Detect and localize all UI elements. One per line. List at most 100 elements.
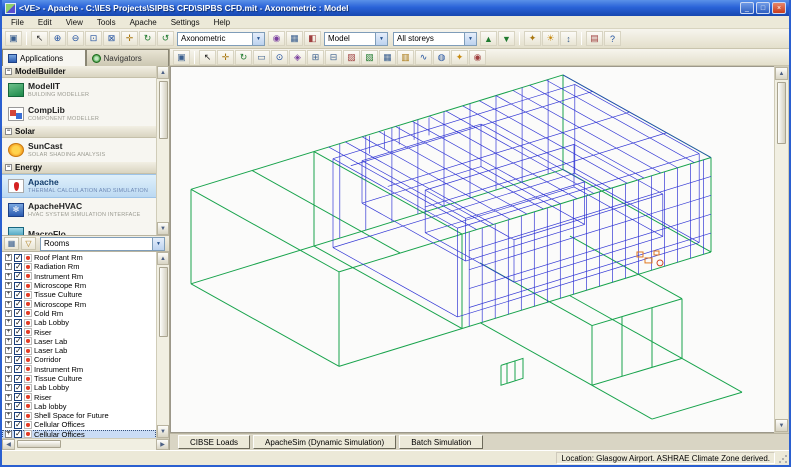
cibse-loads-button[interactable]: CIBSE Loads [178,435,250,449]
orbit-icon[interactable]: ↻ [235,50,252,65]
room-checkbox[interactable] [14,430,22,438]
menu-settings[interactable]: Settings [164,18,207,27]
zoom-window-icon[interactable]: ⊡ [85,31,102,46]
section-slider-icon[interactable]: ↕ [560,31,577,46]
room-checkbox[interactable] [14,421,22,429]
scroll-up-icon[interactable]: ▲ [157,252,169,265]
expand-icon[interactable]: + [5,329,12,336]
room-checkbox[interactable] [14,402,22,410]
tree-row[interactable]: +Microscope Rm [2,299,156,308]
scroll-down-icon[interactable]: ▼ [157,425,169,438]
viewport-vscrollbar[interactable]: ▲ ▼ [774,66,789,433]
chevron-down-icon[interactable]: ▼ [152,238,164,250]
scrollbar-thumb[interactable] [17,440,61,448]
room-checkbox[interactable] [14,365,22,373]
resize-grip[interactable] [778,454,788,464]
scroll-left-icon[interactable]: ◀ [2,439,15,450]
expand-icon[interactable]: + [5,254,12,261]
scroll-down-icon[interactable]: ▼ [775,419,788,432]
tree-row[interactable]: +Cellular Offices [2,420,156,429]
app-item-complib[interactable]: CompLibCOMPONENT MODELLER [2,102,156,126]
expand-icon[interactable]: + [5,347,12,354]
room-checkbox[interactable] [14,393,22,401]
tree-row[interactable]: +Shell Space for Future [2,411,156,420]
scroll-right-icon[interactable]: ▶ [156,439,169,450]
room-checkbox[interactable] [14,300,22,308]
zoom-extents-icon[interactable]: ⊠ [103,31,120,46]
menu-apache[interactable]: Apache [123,18,164,27]
menu-file[interactable]: File [4,18,31,27]
app-item-apachehvac[interactable]: ApacheHVACHVAC SYSTEM SIMULATION INTERFA… [2,198,156,222]
pan-tool-icon[interactable]: ✛ [217,50,234,65]
globe-icon[interactable]: ◍ [433,50,450,65]
grid-icon[interactable]: ▦ [379,50,396,65]
key-icon[interactable]: ✦ [524,31,541,46]
menu-tools[interactable]: Tools [90,18,123,27]
zoom-in-icon[interactable]: ⊕ [49,31,66,46]
room-checkbox[interactable] [14,328,22,336]
walkthrough-icon[interactable]: ◉ [268,31,285,46]
expand-icon[interactable]: + [5,431,12,438]
tree-row[interactable]: +Laser Lab [2,346,156,355]
select-icon[interactable]: ↖ [31,31,48,46]
rooms-tree-scrollbar[interactable]: ▲ ▼ [156,252,169,438]
scrollbar-track[interactable] [157,265,169,425]
tree-row[interactable]: +Lab Lobby [2,318,156,327]
storey-up-icon[interactable]: ▲ [480,31,497,46]
scrollbar-track[interactable] [15,439,156,450]
tree-row[interactable]: +Riser [2,392,156,401]
info-icon[interactable]: ◉ [469,50,486,65]
group-icon[interactable]: ⊞ [307,50,324,65]
ungroup-icon[interactable]: ⊟ [325,50,342,65]
expand-icon[interactable]: + [5,356,12,363]
collapse-icon[interactable]: − [5,164,12,171]
storeys-combo[interactable]: All storeys▼ [393,32,477,46]
room-checkbox[interactable] [14,337,22,345]
expand-icon[interactable]: + [5,412,12,419]
scroll-down-icon[interactable]: ▼ [157,222,169,235]
tree-row[interactable]: +Lab lobby [2,402,156,411]
expand-icon[interactable]: + [5,310,12,317]
scroll-up-icon[interactable]: ▲ [775,67,788,80]
expand-icon[interactable]: + [5,366,12,373]
rooms-tree-hscrollbar[interactable]: ◀ ▶ [2,438,169,450]
chevron-down-icon[interactable]: ▼ [252,33,264,45]
tree-row[interactable]: +Cold Rm [2,309,156,318]
app-item-macroflo[interactable]: MacroFlo [2,222,156,236]
report-icon[interactable]: ▤ [586,31,603,46]
tree-row[interactable]: +Instrument Rm [2,272,156,281]
room-query-icon[interactable]: ⊙ [271,50,288,65]
section-header-solar[interactable]: −Solar [2,126,156,138]
scrollbar-track[interactable] [775,80,788,419]
pointer-icon[interactable]: ↖ [199,50,216,65]
collapse-icon[interactable]: − [5,128,12,135]
rooms-combo[interactable]: Rooms ▼ [40,237,165,251]
tree-row[interactable]: +Radiation Rm [2,262,156,271]
tag-icon[interactable]: ◈ [289,50,306,65]
batch-simulation-button[interactable]: Batch Simulation [399,435,483,449]
expand-icon[interactable]: + [5,338,12,345]
measure-icon[interactable]: ▭ [253,50,270,65]
collapse-icon[interactable]: − [5,68,12,75]
save-icon[interactable]: ▣ [173,50,190,65]
view-mode-combo[interactable]: Axonometric▼ [177,32,265,46]
help-icon[interactable]: ? [604,31,621,46]
rooms-view-icon[interactable]: ▦ [4,237,19,250]
model-combo[interactable]: Model▼ [324,32,388,46]
scrollbar-thumb[interactable] [159,267,168,337]
template-icon[interactable]: ▥ [397,50,414,65]
tab-navigators[interactable]: Navigators [86,49,170,66]
model-canvas[interactable] [170,66,774,433]
room-checkbox[interactable] [14,263,22,271]
room-checkbox[interactable] [14,412,22,420]
close-button[interactable]: × [772,2,786,14]
titlebar[interactable]: <VE> - Apache - C:\IES Projects\SIPBS CF… [2,0,789,16]
tree-row[interactable]: +Tissue Culture [2,374,156,383]
scroll-up-icon[interactable]: ▲ [157,66,169,79]
section-header-energy[interactable]: −Energy [2,162,156,174]
room-checkbox[interactable] [14,291,22,299]
room-checkbox[interactable] [14,282,22,290]
pan-icon[interactable]: ✛ [121,31,138,46]
maximize-button[interactable]: □ [756,2,770,14]
scrollbar-thumb[interactable] [159,81,168,139]
